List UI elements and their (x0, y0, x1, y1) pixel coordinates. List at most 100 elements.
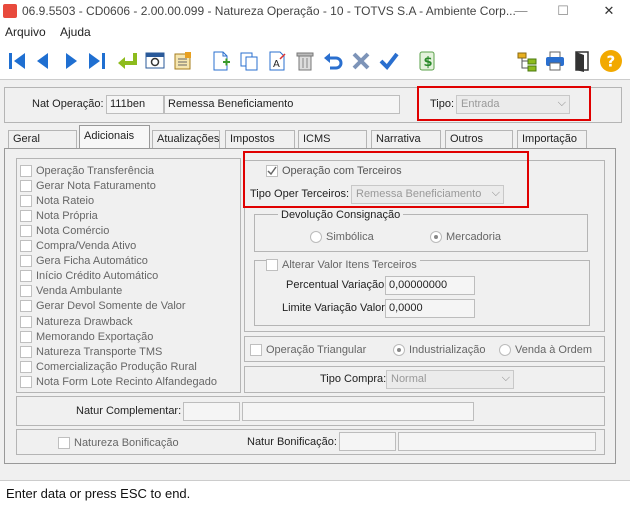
natur-complementar-desc-field (242, 402, 474, 421)
option-checkbox[interactable]: Compra/Venda Ativo (20, 239, 136, 254)
next-icon[interactable] (58, 48, 84, 74)
undo-icon[interactable] (320, 48, 346, 74)
option-label: Nota Própria (36, 209, 98, 222)
new-icon[interactable] (208, 48, 234, 74)
option-checkbox[interactable]: Venda Ambulante (20, 284, 122, 299)
money-symbol: $ (424, 55, 433, 70)
option-checkbox[interactable]: Nota Rateio (20, 193, 94, 208)
option-checkbox[interactable]: Gera Ficha Automático (20, 254, 148, 269)
alterar-valor-label: Alterar Valor Itens Terceiros (282, 258, 417, 271)
option-checkbox[interactable]: Memorando Exportação (20, 329, 153, 344)
option-checkbox[interactable]: Início Crédito Automático (20, 269, 158, 284)
natur-complementar-code-field[interactable] (183, 402, 240, 421)
option-label: Nota Form Lote Recinto Alfandegado (36, 375, 218, 388)
tab-atualizacoes[interactable]: Atualizações (152, 130, 220, 148)
status-text: Enter data or press ESC to end. (6, 486, 191, 501)
option-checkbox[interactable]: Gerar Nota Faturamento (20, 178, 156, 193)
tipo-compra-select[interactable]: Normal ⌵ (386, 370, 514, 389)
operacao-terceiros-checkbox[interactable]: Operação com Terceiros (266, 163, 402, 178)
maximize-button[interactable]: ☐ (548, 1, 578, 21)
checkbox-box (20, 179, 32, 192)
natureza-bonificacao-checkbox[interactable]: Natureza Bonificação (58, 435, 179, 450)
option-checkbox[interactable]: Nota Comércio (20, 223, 109, 238)
option-checkbox[interactable]: Gerar Devol Somente de Valor (20, 299, 186, 314)
cancel-icon[interactable] (348, 48, 374, 74)
operacao-triangular-label: Operação Triangular (266, 343, 367, 356)
tab-importacao[interactable]: Importação (517, 130, 587, 148)
checkbox-box (20, 375, 32, 388)
operacao-triangular-checkbox[interactable]: Operação Triangular (250, 342, 366, 357)
checkbox-box (20, 315, 32, 328)
option-label: Compra/Venda Ativo (36, 240, 137, 252)
checkbox-box (20, 345, 32, 358)
radio-mercadoria-label: Mercadoria (446, 230, 502, 243)
option-label: Nota Rateio (36, 194, 95, 207)
print-icon[interactable] (542, 48, 568, 74)
checkbox-box (266, 258, 278, 271)
menu-ajuda[interactable]: Ajuda (60, 25, 91, 39)
search-icon[interactable] (142, 48, 168, 74)
radio-industrializacao[interactable]: Industrialização (393, 342, 485, 357)
percentual-field[interactable]: 0,00000000 (385, 276, 475, 295)
toolbar: A $ ? (0, 42, 630, 80)
menu-arquivo[interactable]: Arquivo (5, 25, 46, 39)
option-checkbox[interactable]: Comercialização Produção Rural (20, 359, 197, 374)
prev-icon[interactable] (30, 48, 56, 74)
tree-icon[interactable] (514, 48, 540, 74)
checkbox-box (250, 343, 262, 356)
tab-icms[interactable]: ICMS (298, 130, 367, 148)
tab-impostos[interactable]: Impostos (225, 130, 295, 148)
copy-icon[interactable] (236, 48, 262, 74)
radio-mercadoria[interactable]: Mercadoria (430, 229, 501, 244)
chevron-down-icon: ⌵ (501, 372, 510, 384)
operacao-terceiros-label: Operação com Terceiros (282, 164, 402, 177)
limite-field[interactable]: 0,0000 (385, 299, 475, 318)
title-bar: 06.9.5503 - CD0606 - 2.00.00.099 - Natur… (0, 0, 630, 22)
option-checkbox[interactable]: Nota Própria (20, 208, 98, 223)
option-checkbox[interactable]: Nota Form Lote Recinto Alfandegado (20, 374, 217, 389)
option-label: Natureza Transporte TMS (36, 345, 163, 358)
first-icon[interactable] (4, 48, 30, 74)
radio-venda-ordem[interactable]: Venda à Ordem (499, 342, 592, 357)
checkbox-box (20, 360, 32, 373)
option-label: Comercialização Produção Rural (36, 360, 197, 373)
natur-complementar-label: Natur Complementar: (76, 405, 182, 417)
devolucao-title: Devolução Consignação (278, 209, 404, 221)
list-icon[interactable] (170, 48, 196, 74)
checkbox-box (20, 209, 32, 222)
natur-bonificacao-code-field[interactable] (339, 432, 396, 451)
alterar-valor-checkbox[interactable]: Alterar Valor Itens Terceiros (266, 257, 420, 272)
option-checkbox[interactable]: Natureza Drawback (20, 314, 133, 329)
tab-narrativa[interactable]: Narrativa (371, 130, 441, 148)
close-button[interactable]: ✕ (594, 1, 624, 21)
natur-bonificacao-label: Natur Bonificação: (247, 436, 337, 448)
checkbox-box (58, 436, 70, 449)
radio-venda-ordem-label: Venda à Ordem (515, 343, 593, 356)
tab-geral[interactable]: Geral (8, 130, 77, 148)
nat-operacao-label: Nat Operação: (32, 98, 104, 110)
delete-icon[interactable] (292, 48, 318, 74)
money-icon[interactable]: $ (414, 48, 440, 74)
rename-icon[interactable]: A (264, 48, 290, 74)
tab-adicionais[interactable]: Adicionais (79, 125, 150, 149)
nat-operacao-desc-field: Remessa Beneficiamento (164, 95, 400, 114)
tipo-oper-terceiros-select[interactable]: Remessa Beneficiamento ⌵ (351, 185, 504, 204)
checkbox-box (20, 240, 32, 252)
minimize-button[interactable]: — (506, 1, 536, 21)
exit-icon[interactable] (570, 48, 596, 74)
help-icon[interactable]: ? (598, 48, 624, 74)
option-label: Natureza Drawback (36, 315, 133, 328)
window-title: 06.9.5503 - CD0606 - 2.00.00.099 - Natur… (22, 4, 516, 18)
limite-label: Limite Variação Valor: (282, 302, 388, 314)
option-checkbox[interactable]: Operação Transferência (20, 163, 154, 178)
goto-icon[interactable] (114, 48, 140, 74)
radio-simbolica[interactable]: Simbólica (310, 229, 374, 244)
option-checkbox[interactable]: Natureza Transporte TMS (20, 344, 162, 359)
last-icon[interactable] (84, 48, 110, 74)
option-label: Gerar Devol Somente de Valor (36, 300, 186, 313)
confirm-icon[interactable] (376, 48, 402, 74)
tab-outros[interactable]: Outros (445, 130, 513, 148)
nat-operacao-code-field[interactable]: 111ben (106, 95, 164, 114)
tipo-select[interactable]: Entrada ⌵ (456, 95, 570, 114)
checkbox-box (20, 285, 32, 298)
